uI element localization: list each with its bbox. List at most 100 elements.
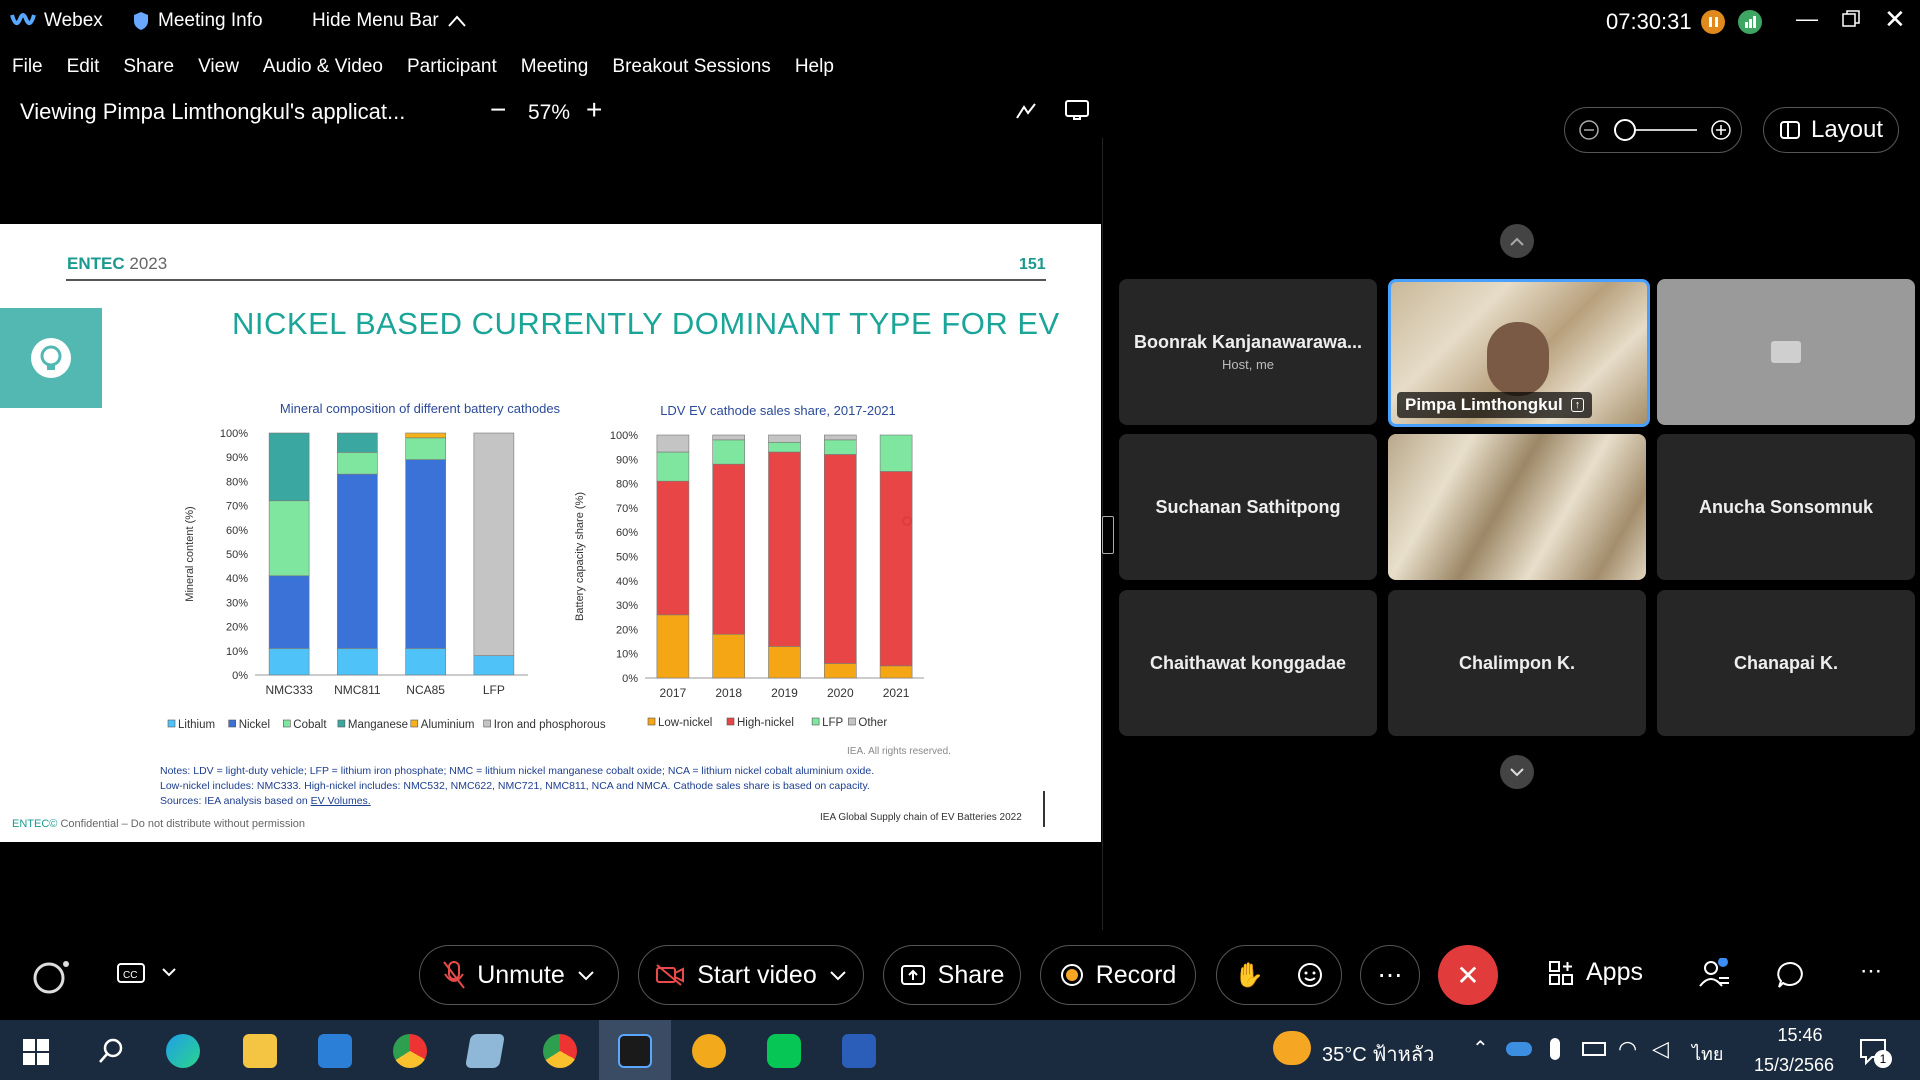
participant-tile[interactable]: Anucha Sonsomnuk [1657, 434, 1915, 580]
menu-breakout[interactable]: Breakout Sessions [600, 52, 782, 86]
tray-chevron-icon[interactable]: ⌃ [1472, 1036, 1489, 1061]
unmute-label: Unmute [477, 960, 565, 989]
y-tick-label: 50% [226, 549, 248, 561]
participants-icon [1699, 957, 1729, 987]
chat-button[interactable] [1776, 960, 1806, 995]
menu-help[interactable]: Help [783, 52, 846, 86]
pause-recording-icon[interactable] [1701, 10, 1725, 34]
participants-panel-button[interactable] [1697, 957, 1731, 997]
unmute-button[interactable]: Unmute [419, 945, 619, 1005]
annotate-icon[interactable] [1014, 98, 1038, 127]
menu-edit[interactable]: Edit [55, 52, 112, 86]
raise-hand-icon[interactable]: ✋ [1234, 961, 1264, 990]
sun-app-icon[interactable] [692, 1034, 726, 1068]
search-icon[interactable] [96, 1036, 126, 1071]
menu-participant[interactable]: Participant [395, 52, 509, 86]
zoom-level: 57% [528, 101, 571, 124]
participant-tile[interactable]: Boonrak Kanjanawarawa... Host, me [1119, 279, 1377, 425]
chrome-profile-icon[interactable] [543, 1034, 577, 1068]
record-button[interactable]: Record [1040, 945, 1196, 1005]
reactions-icon[interactable] [1296, 961, 1324, 989]
participant-tile-video[interactable]: Pimpa Limthongkul ↑ [1388, 279, 1650, 427]
more-options-button[interactable]: ⋯ [1360, 945, 1420, 1005]
participant-name: Anucha Sonsomnuk [1698, 496, 1873, 517]
taskbar-date[interactable]: 15/3/2566 [1744, 1055, 1844, 1076]
scroll-down-button[interactable] [1500, 755, 1534, 789]
mail-icon[interactable] [318, 1034, 352, 1068]
word-icon[interactable] [842, 1034, 876, 1068]
microphone-icon[interactable] [1550, 1038, 1560, 1060]
share-button[interactable]: Share [883, 945, 1021, 1005]
closed-captions-button[interactable]: CC [116, 962, 146, 991]
shield-icon [134, 12, 148, 30]
zoom-in-button[interactable]: + [586, 94, 602, 126]
chart-bar-segment [656, 614, 690, 679]
volume-icon[interactable]: ◁ [1652, 1036, 1669, 1062]
language-indicator[interactable]: ไทย [1692, 1039, 1723, 1068]
webex-taskbar-icon[interactable] [618, 1034, 652, 1068]
y-tick-label: 60% [616, 527, 638, 539]
minimize-icon[interactable]: — [1796, 6, 1818, 32]
zoom-out-button[interactable]: − [490, 94, 506, 126]
scroll-up-button[interactable] [1500, 224, 1534, 258]
close-window-icon[interactable]: ✕ [1884, 4, 1906, 35]
y-tick-label: 0% [232, 670, 248, 682]
camera-placeholder-icon [1771, 341, 1801, 363]
line-app-icon[interactable] [767, 1034, 801, 1068]
menu-share[interactable]: Share [111, 52, 186, 86]
participant-tile[interactable]: Chalimpon K. [1388, 590, 1646, 736]
hide-menu-bar-button[interactable]: Hide Menu Bar [312, 10, 467, 32]
participant-name: Chanapai K. [1733, 652, 1839, 673]
restore-icon[interactable] [1840, 8, 1862, 30]
cc-dropdown-icon[interactable] [160, 960, 178, 989]
file-explorer-icon[interactable] [243, 1034, 277, 1068]
windows-start-icon[interactable] [22, 1038, 50, 1071]
menu-meeting[interactable]: Meeting [509, 52, 601, 86]
leave-meeting-button[interactable]: ✕ [1438, 945, 1498, 1005]
chart-bar-segment [405, 648, 446, 676]
rights-text: IEA. All rights reserved. [847, 746, 951, 757]
webex-logo-icon [10, 13, 36, 26]
chart-bar-segment [337, 648, 378, 676]
menu-file[interactable]: File [0, 52, 55, 86]
participant-tile-blurred[interactable] [1657, 279, 1915, 425]
overflow-menu-icon[interactable]: ⋯ [1860, 958, 1882, 984]
y-tick-label: 20% [616, 624, 638, 636]
menu-audio-video[interactable]: Audio & Video [251, 52, 395, 86]
network-stats-icon[interactable] [1738, 10, 1762, 34]
chevron-down-icon [578, 971, 594, 981]
footer-divider [1043, 791, 1045, 827]
ai-assistant-icon[interactable] [32, 958, 69, 994]
participant-tile[interactable]: Suchanan Sathitpong [1119, 434, 1377, 580]
participant-tile-video[interactable] [1388, 434, 1646, 580]
participant-name-tag: Pimpa Limthongkul ↑ [1397, 392, 1593, 418]
weather-text[interactable]: 35°C ฟ้าหลัว [1322, 1038, 1434, 1070]
chrome-icon[interactable] [393, 1034, 427, 1068]
chart-bar-segment [337, 452, 378, 475]
participant-tile[interactable]: Chanapai K. [1657, 590, 1915, 736]
onedrive-icon[interactable] [1506, 1042, 1532, 1056]
edge-browser-icon[interactable] [166, 1034, 200, 1068]
splitter-handle[interactable] [1102, 516, 1114, 554]
share-screen-icon [900, 965, 925, 985]
y-tick-label: 40% [616, 576, 638, 588]
meeting-info-button[interactable]: Meeting Info [132, 10, 263, 32]
menu-view[interactable]: View [186, 52, 251, 86]
apps-button[interactable]: Apps [1548, 958, 1643, 987]
participant-name: Boonrak Kanjanawarawa... [1133, 332, 1363, 352]
chart-bar-segment [405, 459, 446, 649]
battery-icon[interactable] [1582, 1042, 1606, 1056]
taskbar-time[interactable]: 15:46 [1764, 1025, 1836, 1046]
source-link[interactable]: EV Volumes. [311, 795, 371, 807]
remote-control-icon[interactable] [1064, 98, 1090, 127]
layout-button[interactable]: Layout [1763, 107, 1899, 153]
participant-tile[interactable]: Chaithawat konggadae [1119, 590, 1377, 736]
notes-app-icon[interactable] [465, 1034, 505, 1068]
sharing-icon: ↑ [1570, 398, 1585, 412]
chart-bar-segment [405, 432, 446, 439]
zoom-slider[interactable] [1565, 108, 1743, 154]
start-video-button[interactable]: Start video [638, 945, 864, 1005]
participant-name: Chaithawat konggadae [1149, 652, 1347, 673]
wifi-icon[interactable]: ◠ [1618, 1036, 1637, 1062]
y-tick-label: 30% [616, 600, 638, 612]
